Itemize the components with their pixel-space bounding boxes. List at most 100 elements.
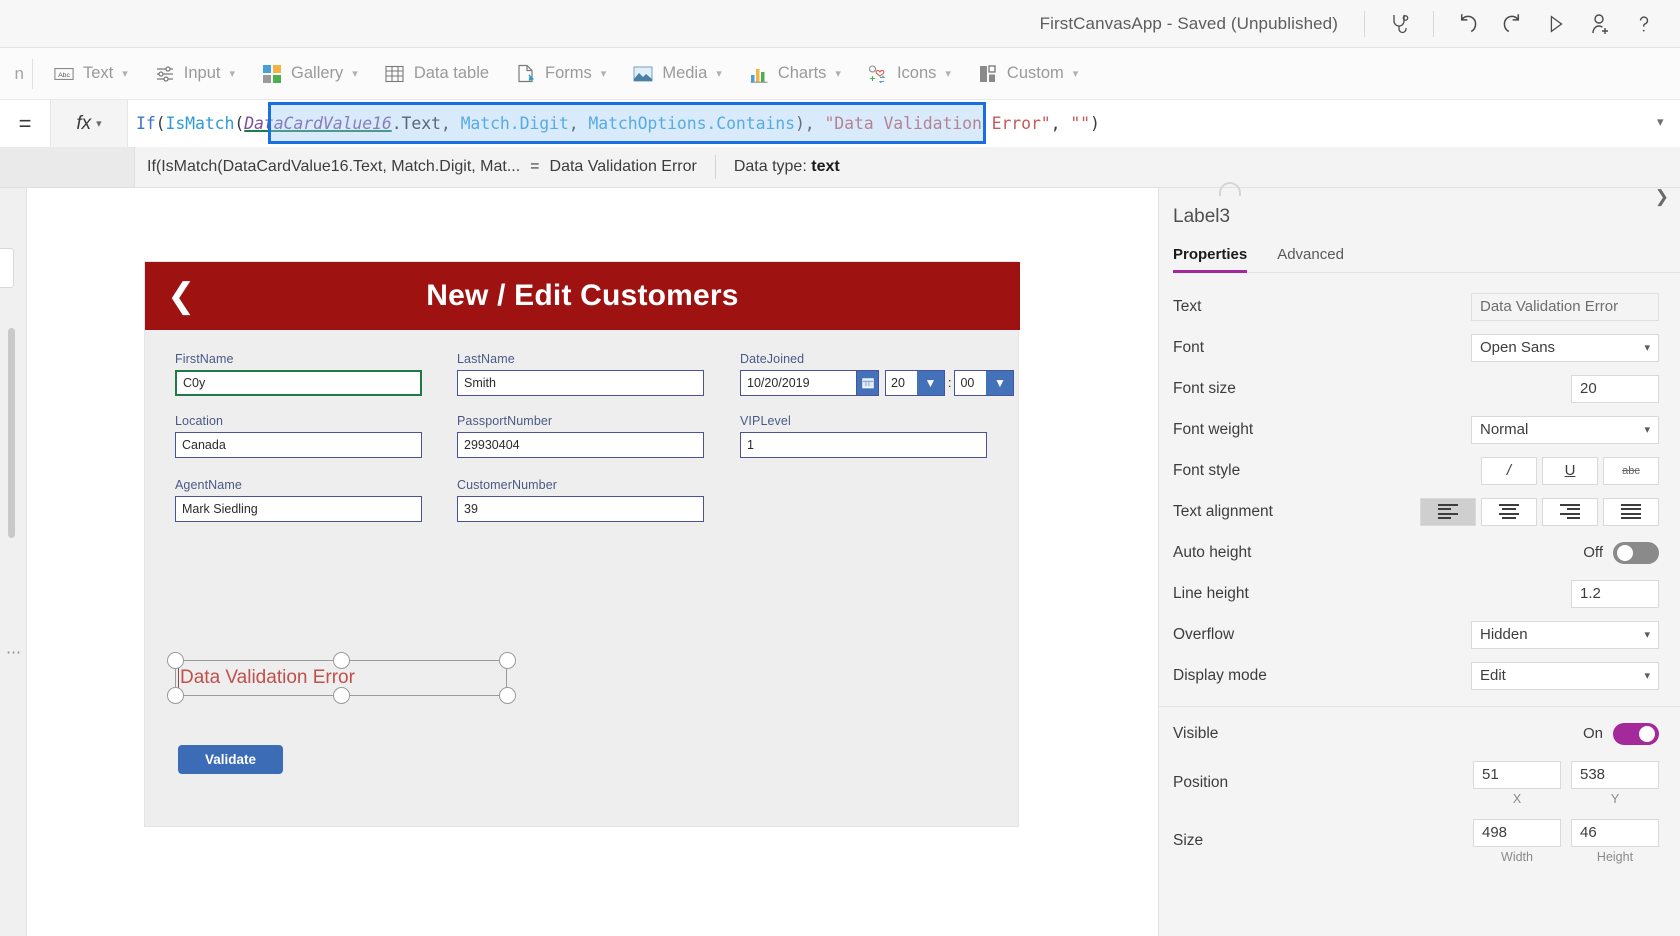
text-abc-icon: Abc — [53, 63, 75, 85]
size-width-caption: Width — [1501, 849, 1533, 864]
overflow-value: Hidden — [1480, 626, 1528, 643]
lastname-input[interactable]: Smith — [457, 370, 704, 396]
property-label: Text — [1173, 297, 1202, 315]
formula-status-datatype: Data type: text — [734, 158, 840, 176]
position-y-field[interactable]: 538 — [1571, 760, 1659, 789]
firstname-input[interactable]: C0y — [175, 370, 422, 396]
resize-handle-top-right[interactable] — [499, 652, 516, 669]
help-question-icon[interactable] — [1622, 4, 1666, 44]
location-input[interactable]: Canada — [175, 432, 422, 458]
selected-label-control[interactable]: Data Validation Error — [167, 652, 516, 704]
share-user-icon[interactable] — [1578, 4, 1622, 44]
field-label: Location — [175, 414, 224, 428]
align-left-button[interactable] — [1420, 497, 1476, 526]
visible-toggle[interactable] — [1613, 722, 1659, 745]
align-right-button[interactable] — [1542, 497, 1598, 526]
line-height-field[interactable]: 1.2 — [1571, 579, 1659, 608]
strikethrough-button[interactable]: abc — [1603, 456, 1659, 485]
formula-token: ( — [155, 114, 166, 133]
italic-button[interactable]: / — [1481, 456, 1537, 485]
custom-blocks-icon — [977, 63, 999, 85]
tab-advanced[interactable]: Advanced — [1277, 246, 1344, 272]
ribbon-item-text[interactable]: Abc Text ▾ — [43, 57, 138, 91]
align-right-icon — [1560, 503, 1580, 520]
date-input[interactable]: 10/20/2019 — [740, 370, 857, 396]
chevron-down-icon: ▾ — [96, 118, 102, 130]
align-justify-button[interactable] — [1603, 497, 1659, 526]
minute-dropdown[interactable]: 00 ▼ — [954, 370, 1015, 396]
property-label: Font — [1173, 338, 1205, 356]
auto-height-toggle[interactable] — [1613, 541, 1659, 564]
align-center-button[interactable] — [1481, 497, 1537, 526]
app-checker-icon[interactable] — [1377, 4, 1421, 44]
resize-handle-top-left[interactable] — [167, 652, 184, 669]
chevron-down-icon: ▾ — [229, 68, 236, 80]
chevron-down-icon: ▾ — [945, 68, 951, 80]
text-value-field[interactable]: Data Validation Error — [1471, 292, 1659, 321]
fx-label: fx — [76, 112, 92, 134]
resize-handle-bottom-right[interactable] — [499, 687, 516, 704]
ribbon-item-gallery[interactable]: Gallery ▾ — [251, 57, 368, 91]
chevron-left-icon[interactable]: ❮ — [167, 279, 196, 313]
position-x-field[interactable]: 51 — [1473, 760, 1561, 789]
underline-button[interactable]: U — [1542, 456, 1598, 485]
datetime-row: 10/20/2019 20 ▼ : 00 ▼ — [740, 370, 1015, 396]
property-rows: Text Data Validation Error Font Open San… — [1159, 286, 1680, 870]
calendar-icon[interactable] — [857, 370, 879, 396]
font-size-field[interactable]: 20 — [1571, 374, 1659, 403]
size-height-field[interactable]: 46 — [1571, 818, 1659, 847]
overflow-select[interactable]: Hidden ▾ — [1471, 620, 1659, 649]
formula-token: ( — [234, 114, 245, 133]
font-weight-select[interactable]: Normal ▾ — [1471, 415, 1659, 444]
resize-handle-bottom-center[interactable] — [333, 687, 350, 704]
screen-header: ❮ New / Edit Customers — [145, 262, 1020, 330]
font-value: Open Sans — [1480, 339, 1556, 356]
tree-view-collapsed-card[interactable] — [0, 248, 14, 288]
panel-expand-chevron-right-icon[interactable]: ❯ — [1655, 187, 1669, 207]
font-select[interactable]: Open Sans ▾ — [1471, 333, 1659, 362]
hour-dropdown[interactable]: 20 ▼ — [885, 370, 945, 396]
passportnumber-input[interactable]: 29930404 — [457, 432, 704, 458]
ribbon-item-label: Input — [183, 64, 221, 82]
ribbon-item-forms[interactable]: Forms ▾ — [505, 57, 616, 91]
ribbon-item-icons[interactable]: Icons ▾ — [857, 57, 961, 91]
ribbon-item-label: Custom — [1006, 64, 1064, 82]
left-scrollbar[interactable] — [8, 328, 15, 538]
rail-drag-handle-icon[interactable]: ⋯ — [6, 643, 22, 661]
divider — [1433, 10, 1434, 37]
ribbon-item-custom[interactable]: Custom ▾ — [967, 57, 1088, 91]
field-label: AgentName — [175, 478, 242, 492]
redo-icon[interactable] — [1490, 4, 1534, 44]
validate-button[interactable]: Validate — [178, 745, 283, 774]
formula-expand-chevron-down-icon[interactable]: ▾ — [1657, 114, 1664, 130]
ribbon-item-label: Data table — [413, 64, 490, 82]
preview-play-icon[interactable] — [1534, 4, 1578, 44]
viplevel-input[interactable]: 1 — [740, 432, 987, 458]
resize-handle-bottom-left[interactable] — [167, 687, 184, 704]
ribbon-item-data-table[interactable]: Data table — [374, 57, 499, 91]
undo-icon[interactable] — [1446, 4, 1490, 44]
chevron-down-icon: ▾ — [352, 68, 358, 80]
ribbon-item-charts[interactable]: Charts ▾ — [738, 57, 851, 91]
panel-top-strip: ❯ — [1159, 182, 1680, 207]
display-mode-select[interactable]: Edit ▾ — [1471, 661, 1659, 690]
ribbon-item-media[interactable]: Media ▾ — [622, 57, 731, 91]
tab-properties[interactable]: Properties — [1173, 246, 1248, 273]
resize-handle-top-center[interactable] — [333, 652, 350, 669]
visible-state-label: On — [1582, 725, 1603, 742]
property-label: Visible — [1173, 724, 1219, 742]
field-lastname: LastName Smith — [457, 352, 704, 396]
formula-token: Match.Digit — [460, 114, 569, 133]
canvas-area: ❮ New / Edit Customers FirstName C0y Las… — [27, 188, 1158, 936]
fx-function-button[interactable]: fx ▾ — [50, 100, 128, 147]
ribbon-item-input[interactable]: Input ▾ — [144, 57, 245, 91]
size-width-field[interactable]: 498 — [1473, 818, 1561, 847]
customernumber-input[interactable]: 39 — [457, 496, 704, 522]
panel-tabs: Properties Advanced — [1173, 246, 1680, 273]
ribbon-item-label: Media — [662, 64, 708, 82]
formula-input[interactable]: If(IsMatch(DataCardValue16.Text, Match.D… — [128, 100, 1680, 147]
formula-token-string: "Data Validation Error" — [824, 114, 1051, 133]
agentname-input[interactable]: Mark Siedling — [175, 496, 422, 522]
field-label: PassportNumber — [457, 414, 553, 428]
control-name: Label3 — [1173, 206, 1231, 227]
